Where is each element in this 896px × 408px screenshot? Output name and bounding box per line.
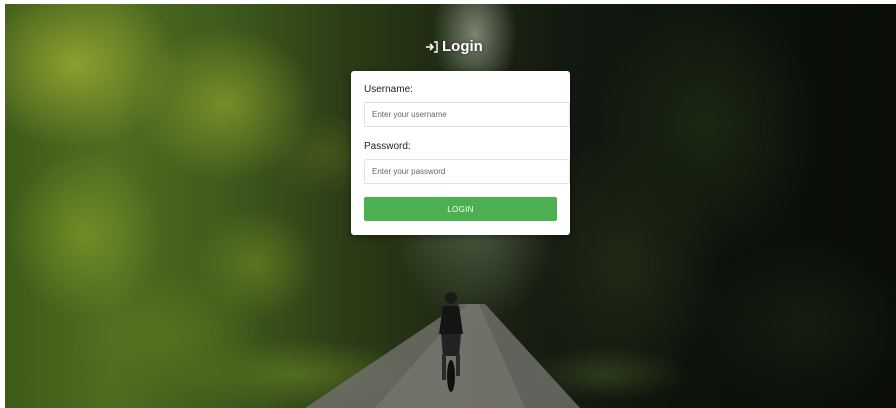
login-title-text: Login <box>442 38 483 55</box>
login-heading: Login <box>425 38 483 55</box>
login-page: Login Username: Password: LOGIN <box>5 4 896 408</box>
username-input[interactable] <box>364 102 570 127</box>
sign-in-icon <box>426 40 438 53</box>
password-input[interactable] <box>364 159 570 184</box>
login-form: Username: Password: LOGIN <box>351 71 570 235</box>
login-button[interactable]: LOGIN <box>364 197 557 221</box>
password-label: Password: <box>364 141 411 152</box>
username-label: Username: <box>364 84 413 95</box>
